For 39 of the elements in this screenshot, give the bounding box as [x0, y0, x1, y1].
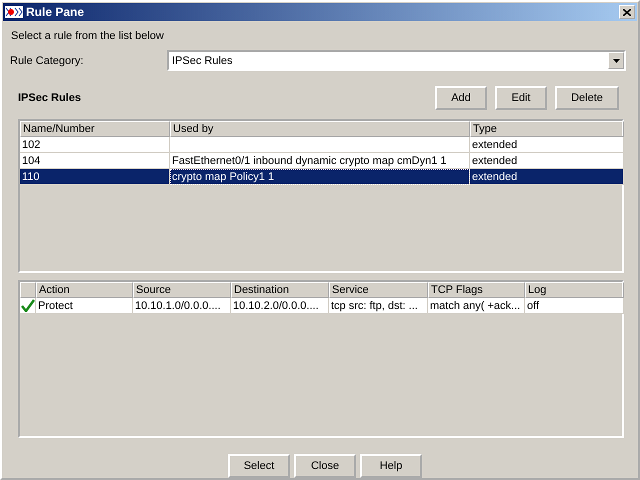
column-header[interactable]: Log	[525, 282, 624, 298]
category-dropdown[interactable]: IPSec Rules	[167, 50, 626, 71]
table-cell[interactable]: 110	[20, 169, 170, 185]
close-button[interactable]	[619, 5, 635, 19]
table-cell[interactable]: FastEthernet0/1 inbound dynamic crypto map cmDyn1 1	[170, 153, 470, 169]
column-header[interactable]: TCP Flags	[428, 282, 525, 298]
table-cell[interactable]: 104	[20, 153, 170, 169]
column-header[interactable]: Destination	[231, 282, 329, 298]
action-button[interactable]: Add	[435, 86, 487, 110]
table-cell: tcp src: ftp, dst: ...	[329, 298, 428, 314]
column-header[interactable]: Service	[329, 282, 428, 298]
column-header[interactable]: Action	[36, 282, 133, 298]
table-cell[interactable]: 102	[20, 137, 170, 153]
dialog-button[interactable]: Help	[360, 454, 422, 478]
dialog-button[interactable]: Close	[294, 454, 356, 478]
table-cell: Protect	[36, 298, 133, 314]
section-title: IPSec Rules	[18, 92, 82, 104]
dropdown-arrow-icon	[612, 58, 620, 62]
table-cell[interactable]: crypto map Policy1 1	[170, 169, 470, 185]
action-button[interactable]: Edit	[495, 86, 547, 110]
column-header[interactable]: Used by	[170, 121, 470, 137]
table-cell[interactable]	[170, 137, 470, 153]
window-title: Rule Pane	[26, 5, 86, 19]
dialog-button[interactable]: Select	[228, 454, 290, 478]
table-cell: off	[525, 298, 624, 314]
app-logo-icon	[5, 6, 23, 18]
table-cell[interactable]: extended	[470, 169, 624, 185]
column-header[interactable]: Type	[470, 121, 624, 137]
table-cell[interactable]: extended	[470, 137, 624, 153]
column-header[interactable]: Name/Number	[20, 121, 170, 137]
close-icon	[623, 8, 631, 16]
column-header[interactable]: Source	[133, 282, 231, 298]
table-cell: 10.10.2.0/0.0.0....	[231, 298, 329, 314]
table-cell: 10.10.1.0/0.0.0....	[133, 298, 231, 314]
instruction-text: Select a rule from the list below	[11, 30, 165, 42]
table-cell[interactable]: extended	[470, 153, 624, 169]
table-cell: match any( +ack...	[428, 298, 525, 314]
action-button[interactable]: Delete	[555, 86, 619, 110]
field-label: Rule Category:	[10, 54, 84, 66]
